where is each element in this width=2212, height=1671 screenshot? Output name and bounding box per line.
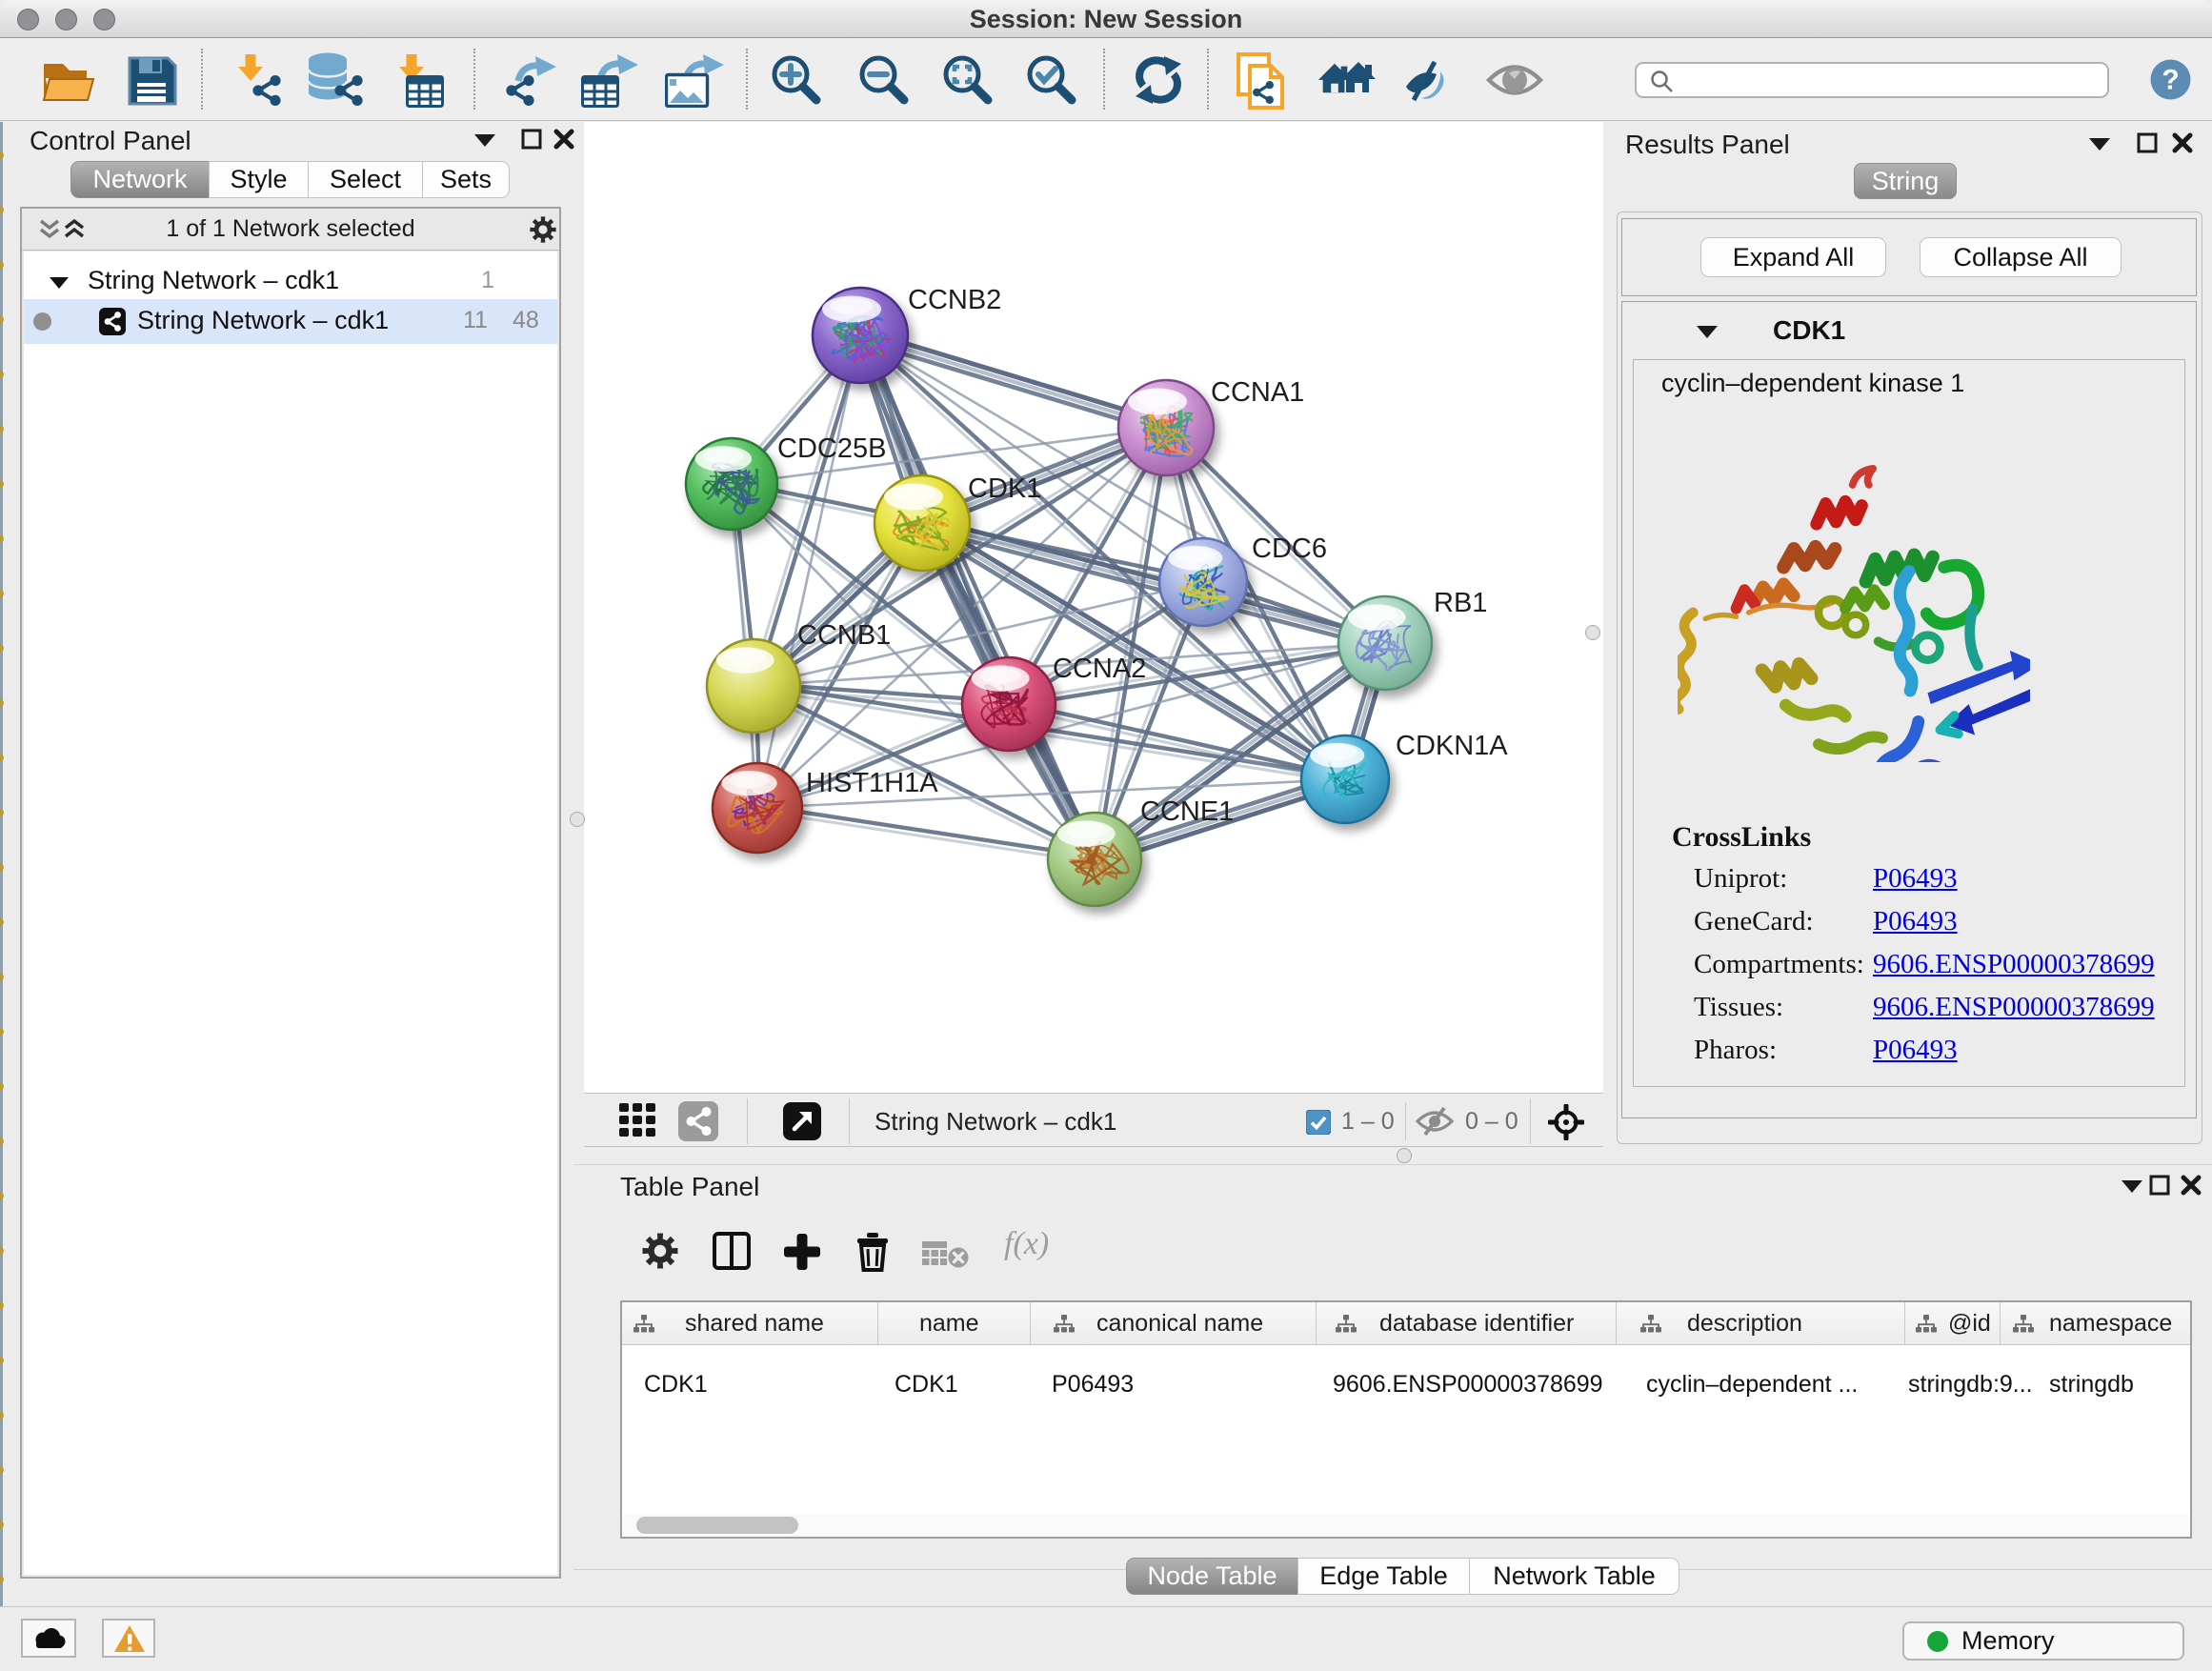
svg-text:CDK1: CDK1 [968, 473, 1041, 504]
svg-text:?: ? [2162, 65, 2179, 96]
svg-text:HIST1H1A: HIST1H1A [806, 768, 938, 798]
svg-text:CDC6: CDC6 [1252, 534, 1327, 564]
svg-text:CCNE1: CCNE1 [1140, 796, 1234, 827]
svg-text:CDKN1A: CDKN1A [1396, 731, 1508, 761]
svg-text:RB1: RB1 [1434, 588, 1487, 618]
svg-text:CCNB2: CCNB2 [908, 285, 1001, 315]
svg-text:CCNB1: CCNB1 [797, 620, 891, 651]
svg-text:CDC25B: CDC25B [777, 433, 886, 464]
svg-text:CCNA1: CCNA1 [1211, 377, 1304, 408]
svg-text:CCNA2: CCNA2 [1053, 654, 1146, 684]
